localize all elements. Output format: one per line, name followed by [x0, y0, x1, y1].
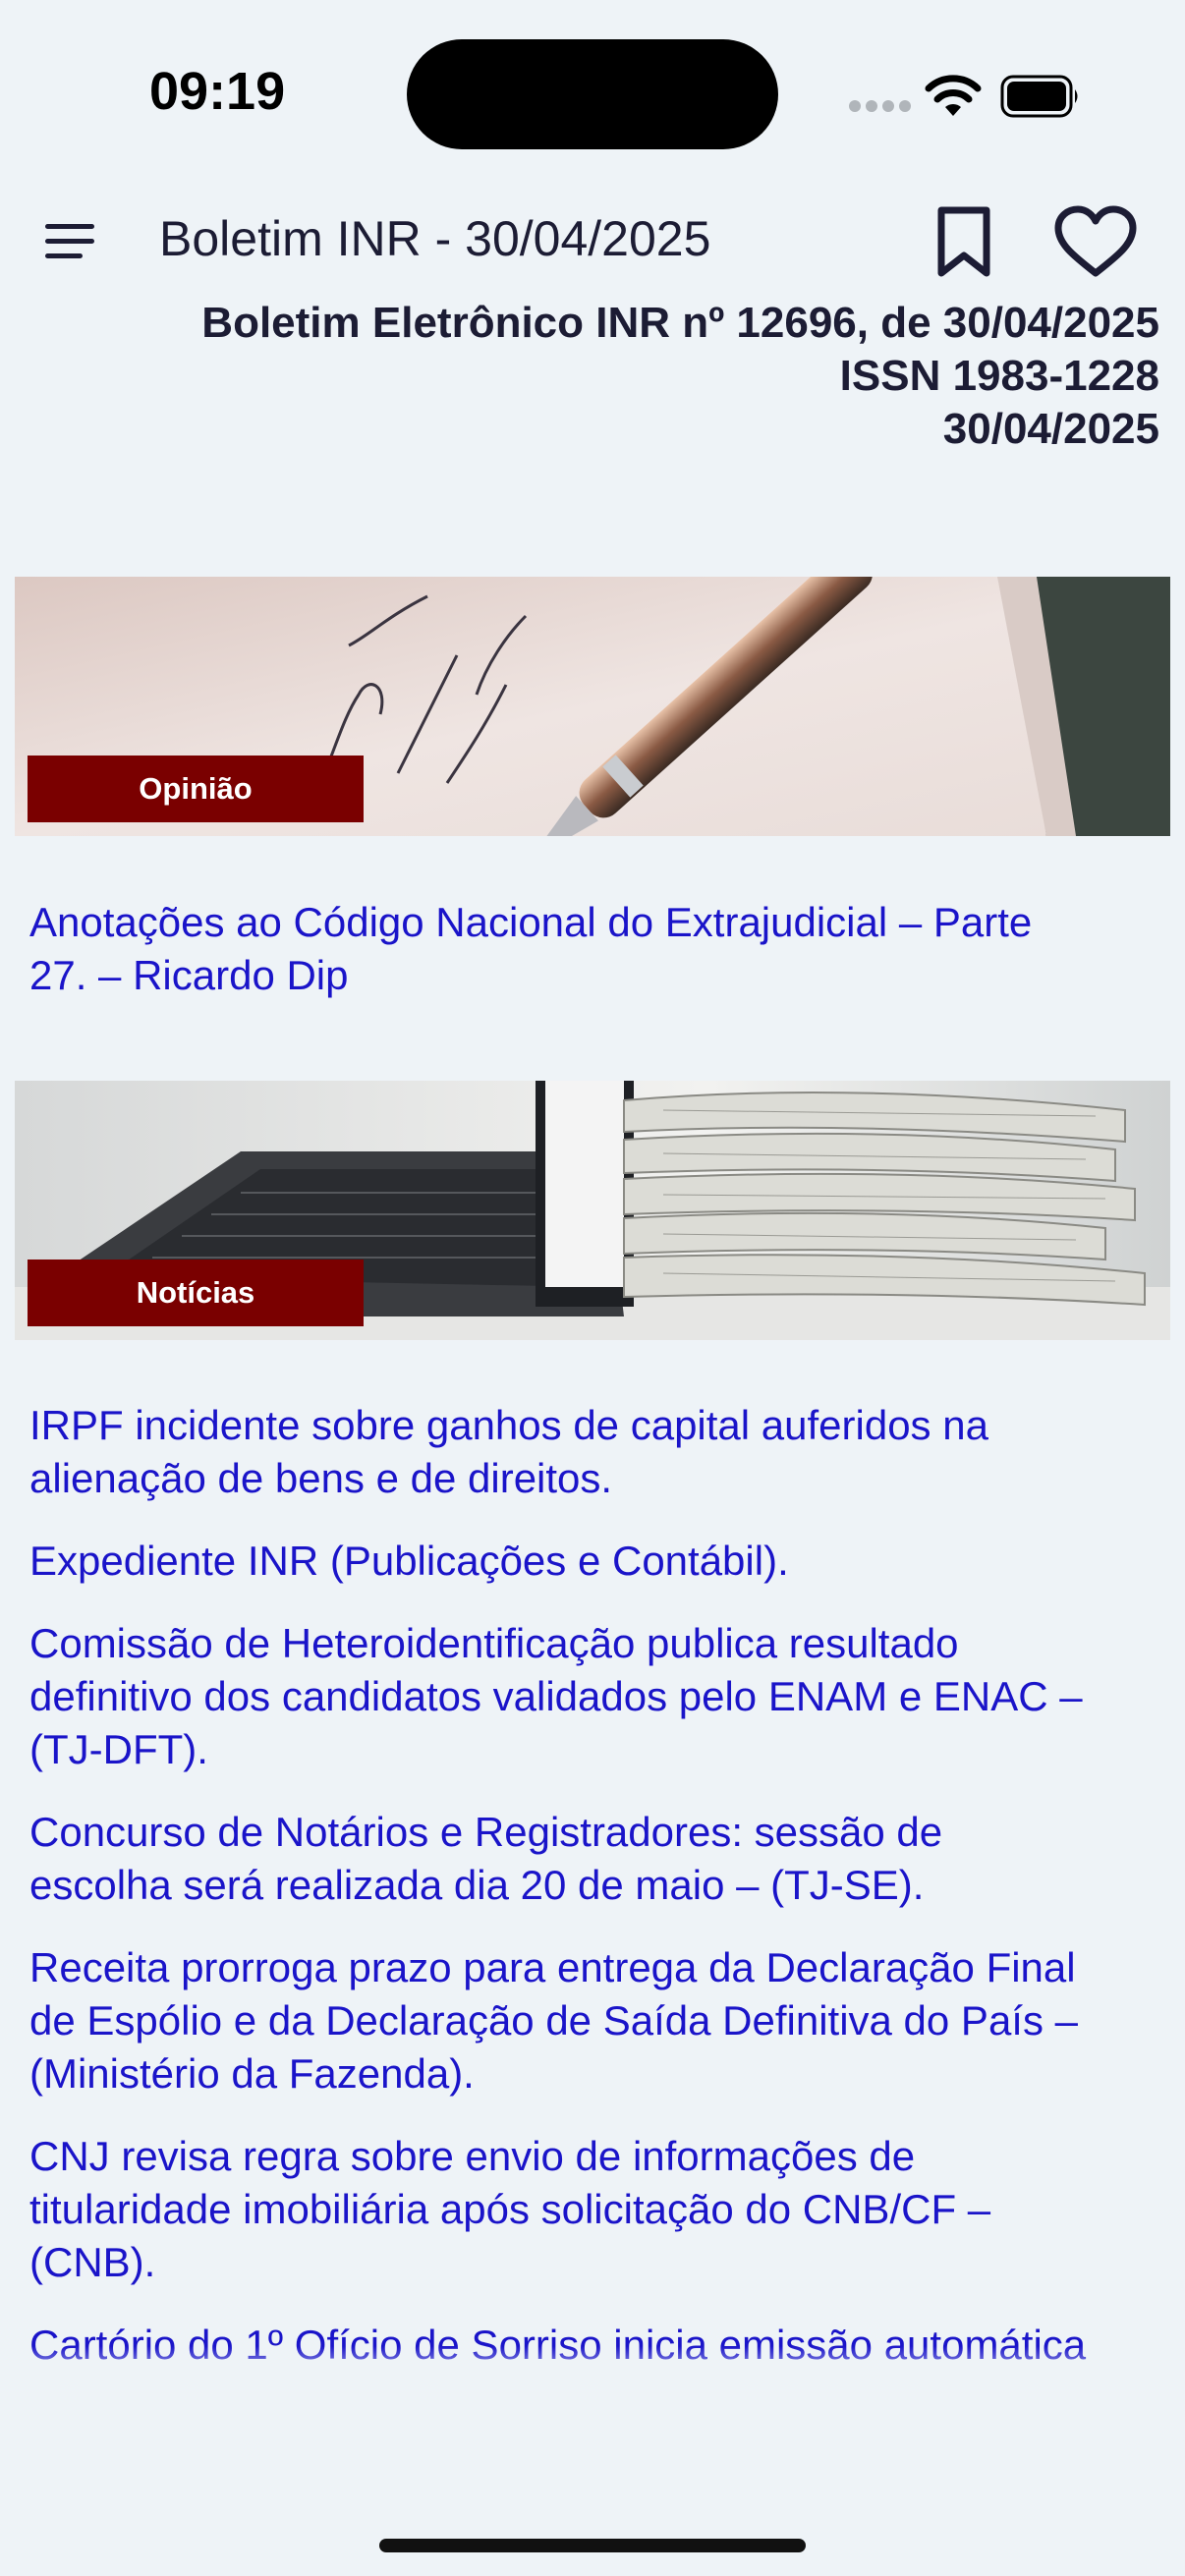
article-link[interactable]: Concurso de Notários e Registradores: se… [29, 1806, 1185, 1912]
opinion-banner: Opinião [15, 577, 1170, 836]
status-time: 09:19 [149, 62, 286, 121]
bulletin-date: 30/04/2025 [942, 405, 1159, 453]
opinion-tag: Opinião [28, 756, 364, 822]
news-tag: Notícias [28, 1260, 364, 1326]
home-indicator[interactable] [379, 2539, 806, 2552]
opinion-article-list: Anotações ao Código Nacional do Extrajud… [29, 896, 1185, 1032]
menu-icon[interactable] [39, 216, 102, 267]
news-article-list: IRPF incidente sobre ganhos de capital a… [29, 1399, 1185, 2383]
bulletin-info: Boletim Eletrônico INR nº 12696, de 30/0… [201, 297, 1159, 456]
dynamic-island [407, 39, 778, 149]
article-link[interactable]: IRPF incidente sobre ganhos de capital a… [29, 1399, 1185, 1505]
news-banner: Notícias [15, 1081, 1170, 1340]
heart-icon[interactable] [1053, 204, 1138, 279]
wifi-icon [925, 75, 982, 116]
article-link[interactable]: CNJ revisa regra sobre envio de informaç… [29, 2130, 1185, 2289]
scroll-fade [0, 2346, 1185, 2385]
article-link[interactable]: Expediente INR (Publicações e Contábil). [29, 1535, 1185, 1588]
bulletin-issn: ISSN 1983-1228 [839, 352, 1159, 400]
article-link[interactable]: Receita prorroga prazo para entrega da D… [29, 1941, 1185, 2100]
bookmark-icon[interactable] [930, 204, 998, 279]
article-link[interactable]: Comissão de Heteroidentificação publica … [29, 1617, 1185, 1776]
page-title: Boletim INR - 30/04/2025 [159, 211, 711, 266]
bulletin-number: Boletim Eletrônico INR nº 12696, de 30/0… [201, 299, 1159, 347]
battery-icon [1000, 75, 1078, 118]
article-link[interactable]: Anotações ao Código Nacional do Extrajud… [29, 896, 1185, 1002]
